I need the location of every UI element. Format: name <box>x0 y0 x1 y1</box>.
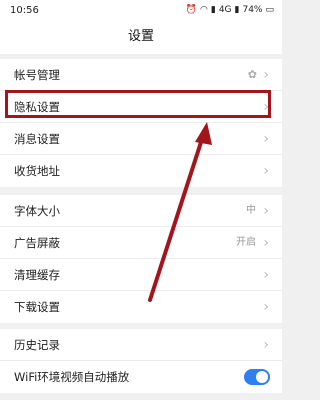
annotation-arrow-icon <box>148 122 212 302</box>
